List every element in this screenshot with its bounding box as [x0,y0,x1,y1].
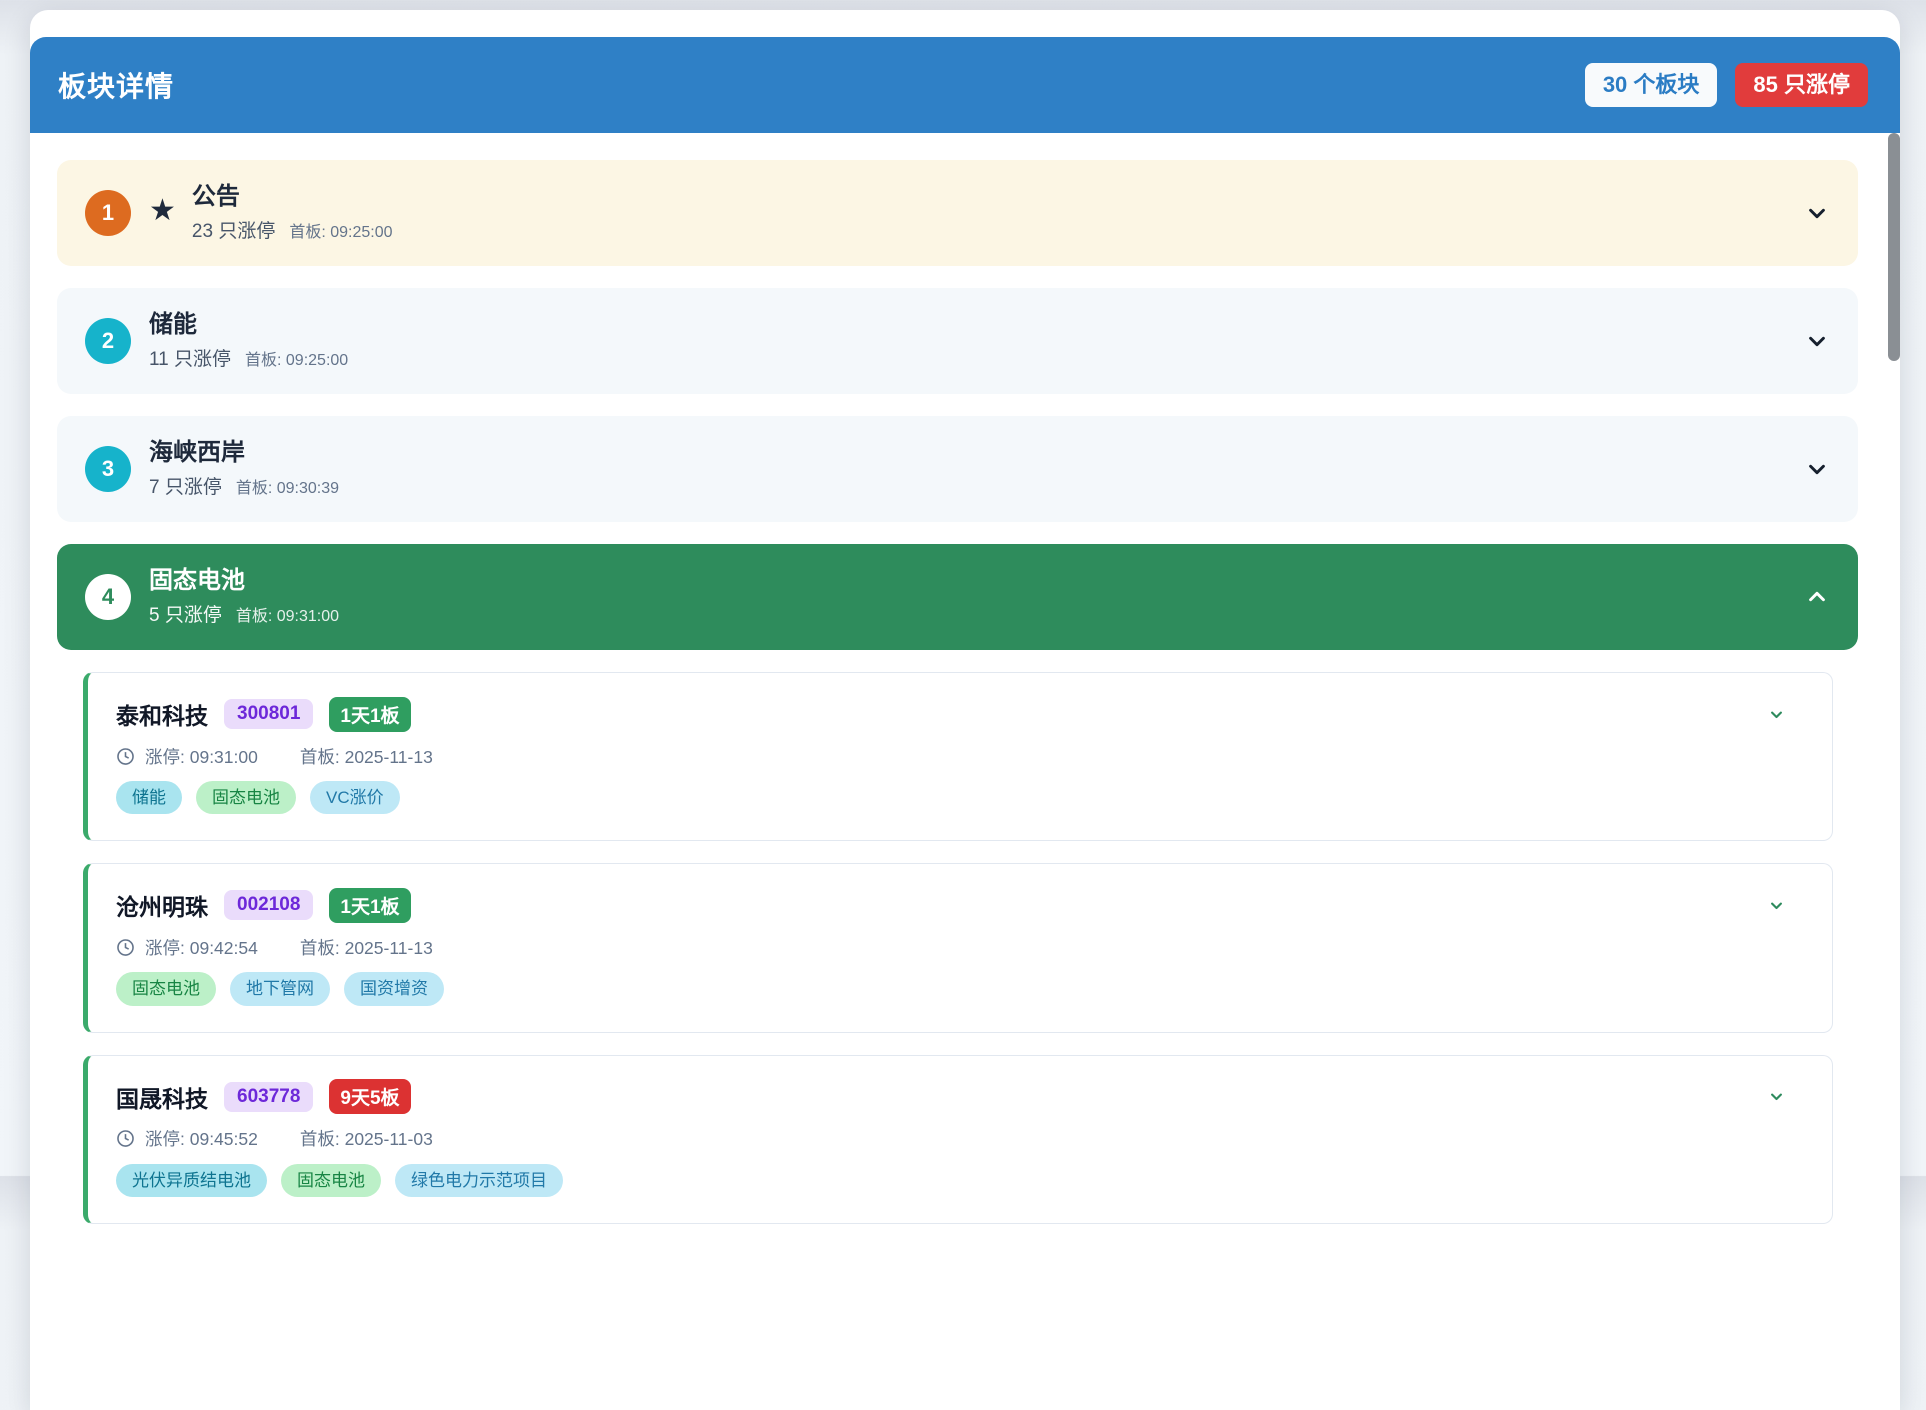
chevron-up-icon[interactable] [1806,586,1828,608]
stock-theme-tag: 地下管网 [230,972,330,1005]
stock-code-badge: 002108 [224,890,313,920]
sector-first-board-time: 首板: 09:30:39 [236,474,339,498]
sector-limit-up-count: 7 只涨停 [149,472,222,499]
sector-row-公告[interactable]: 1 ★ 公告 23 只涨停 首板: 09:25:00 [57,160,1858,266]
limit-up-time: 涨停: 09:45:52 [145,1126,258,1151]
stock-theme-tag: 固态电池 [281,1164,381,1197]
first-board-date: 首板: 2025-11-13 [300,744,433,769]
sector-first-board-time: 首板: 09:25:00 [289,218,392,242]
rank-badge: 2 [85,318,131,364]
vertical-scrollbar-thumb[interactable] [1888,133,1900,361]
clock-icon [116,938,135,957]
sector-limit-up-count: 11 只涨停 [149,344,231,371]
stock-theme-tag: 固态电池 [196,781,296,814]
sector-row-储能[interactable]: 2 ★ 储能 11 只涨停 首板: 09:25:00 [57,288,1858,394]
chevron-down-icon[interactable] [1806,202,1828,224]
tag-row: 固态电池地下管网国资增资 [116,972,1804,1005]
limit-up-time: 涨停: 09:31:00 [145,744,258,769]
stock-theme-tag: 绿色电力示范项目 [395,1164,563,1197]
clock-icon [116,1129,135,1148]
header-badges: 30 个板块 85 只涨停 [1585,63,1868,107]
chevron-down-icon[interactable] [1769,898,1784,913]
stock-name: 国晟科技 [116,1080,208,1114]
chevron-down-icon[interactable] [1806,330,1828,352]
rank-badge: 1 [85,190,131,236]
sector-name: 储能 [149,311,348,339]
sector-detail-panel: 板块详情 30 个板块 85 只涨停 1 ★ 公告 23 只涨停 首板: 09:… [30,10,1900,1410]
page-title: 板块详情 [58,65,174,105]
stock-card-002108[interactable]: 沧州明珠 002108 1天1板 涨停: 09:42:54 首板: 2025-1… [83,863,1833,1032]
clock-icon [116,747,135,766]
limit-up-count-badge: 85 只涨停 [1735,63,1868,107]
limit-up-time: 涨停: 09:42:54 [145,935,258,960]
sector-row-海峡西岸[interactable]: 3 ★ 海峡西岸 7 只涨停 首板: 09:30:39 [57,416,1858,522]
stock-theme-tag: 储能 [116,781,182,814]
first-board-date: 首板: 2025-11-03 [300,1126,433,1151]
rank-badge: 4 [85,574,131,620]
tag-row: 储能固态电池 VC涨价 [116,781,1804,814]
chevron-down-icon[interactable] [1806,458,1828,480]
chevron-down-icon[interactable] [1769,707,1784,722]
streak-badge: 1天1板 [329,888,410,923]
chevron-down-icon[interactable] [1769,1089,1784,1104]
sector-name: 海峡西岸 [149,439,339,467]
sector-name: 公告 [192,183,393,211]
stock-card-300801[interactable]: 泰和科技 300801 1天1板 涨停: 09:31:00 首板: 2025-1… [83,672,1833,841]
stock-theme-tag: 国资增资 [344,972,444,1005]
sector-count-badge: 30 个板块 [1585,63,1718,107]
sector-limit-up-count: 5 只涨停 [149,600,222,627]
streak-badge: 1天1板 [329,697,410,732]
stock-code-badge: 300801 [224,699,313,729]
sector-first-board-time: 首板: 09:25:00 [245,346,348,370]
first-board-date: 首板: 2025-11-13 [300,935,433,960]
stock-theme-tag: 固态电池 [116,972,216,1005]
stock-card-603778[interactable]: 国晟科技 603778 9天5板 涨停: 09:45:52 首板: 2025-1… [83,1055,1833,1224]
stock-name: 泰和科技 [116,697,208,731]
streak-badge: 9天5板 [329,1079,410,1114]
sector-limit-up-count: 23 只涨停 [192,216,275,243]
stock-theme-tag: 光伏异质结电池 [116,1164,267,1197]
stock-theme-tag: VC涨价 [310,781,400,814]
rank-badge: 3 [85,446,131,492]
panel-header: 板块详情 30 个板块 85 只涨停 [30,37,1900,133]
stock-name: 沧州明珠 [116,888,208,922]
sector-row-固态电池[interactable]: 4 ★ 固态电池 5 只涨停 首板: 09:31:00 [57,544,1858,650]
sector-list: 1 ★ 公告 23 只涨停 首板: 09:25:00 2 ★ 储能 11 只涨停… [30,133,1900,1286]
star-icon: ★ [149,196,176,226]
tag-row: 光伏异质结电池固态电池绿色电力示范项目 [116,1164,1804,1197]
sector-first-board-time: 首板: 09:31:00 [236,602,339,626]
stock-code-badge: 603778 [224,1082,313,1112]
sector-name: 固态电池 [149,567,339,595]
